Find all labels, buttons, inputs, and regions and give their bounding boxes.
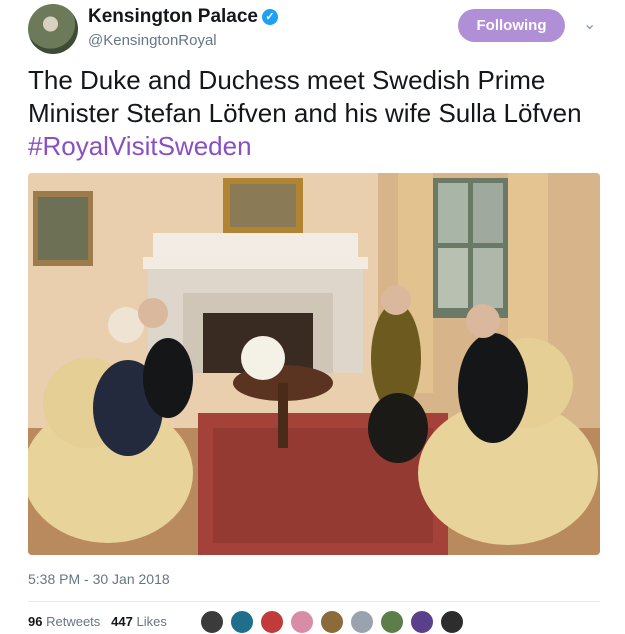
liker-avatar[interactable]: [200, 610, 224, 634]
following-button[interactable]: Following: [458, 9, 565, 42]
verified-badge-icon: ✓: [262, 9, 278, 25]
likes-label[interactable]: Likes: [136, 614, 166, 629]
tweet-body: The Duke and Duchess meet Swedish Prime …: [28, 65, 582, 128]
tweet-header: Kensington Palace ✓ @KensingtonRoyal Foll…: [28, 4, 605, 54]
tweet-photo[interactable]: [28, 173, 600, 555]
tweet-timestamp[interactable]: 5:38 PM - 30 Jan 2018: [28, 571, 170, 587]
liker-avatar[interactable]: [260, 610, 284, 634]
retweets-label[interactable]: Retweets: [46, 614, 100, 629]
author-avatar[interactable]: [28, 4, 78, 54]
liker-avatar[interactable]: [290, 610, 314, 634]
liker-avatar[interactable]: [410, 610, 434, 634]
chevron-down-icon[interactable]: ⌄: [583, 14, 596, 34]
author-name[interactable]: Kensington Palace ✓: [88, 6, 278, 28]
hashtag-link[interactable]: #RoyalVisitSweden: [28, 131, 252, 161]
author-handle[interactable]: @KensingtonRoyal: [88, 32, 217, 49]
liker-avatar[interactable]: [440, 610, 464, 634]
likes-count[interactable]: 447: [111, 614, 133, 629]
liker-avatar[interactable]: [230, 610, 254, 634]
photo-scene: [28, 173, 600, 555]
stats-divider: [28, 601, 600, 602]
liker-avatar[interactable]: [380, 610, 404, 634]
retweets-count[interactable]: 96: [28, 614, 42, 629]
author-name-text[interactable]: Kensington Palace: [88, 6, 258, 27]
liker-avatar[interactable]: [320, 610, 344, 634]
liker-avatar[interactable]: [350, 610, 374, 634]
tweet-stats: 96 Retweets 447 Likes: [28, 614, 167, 629]
tweet-text: The Duke and Duchess meet Swedish Prime …: [28, 64, 598, 163]
